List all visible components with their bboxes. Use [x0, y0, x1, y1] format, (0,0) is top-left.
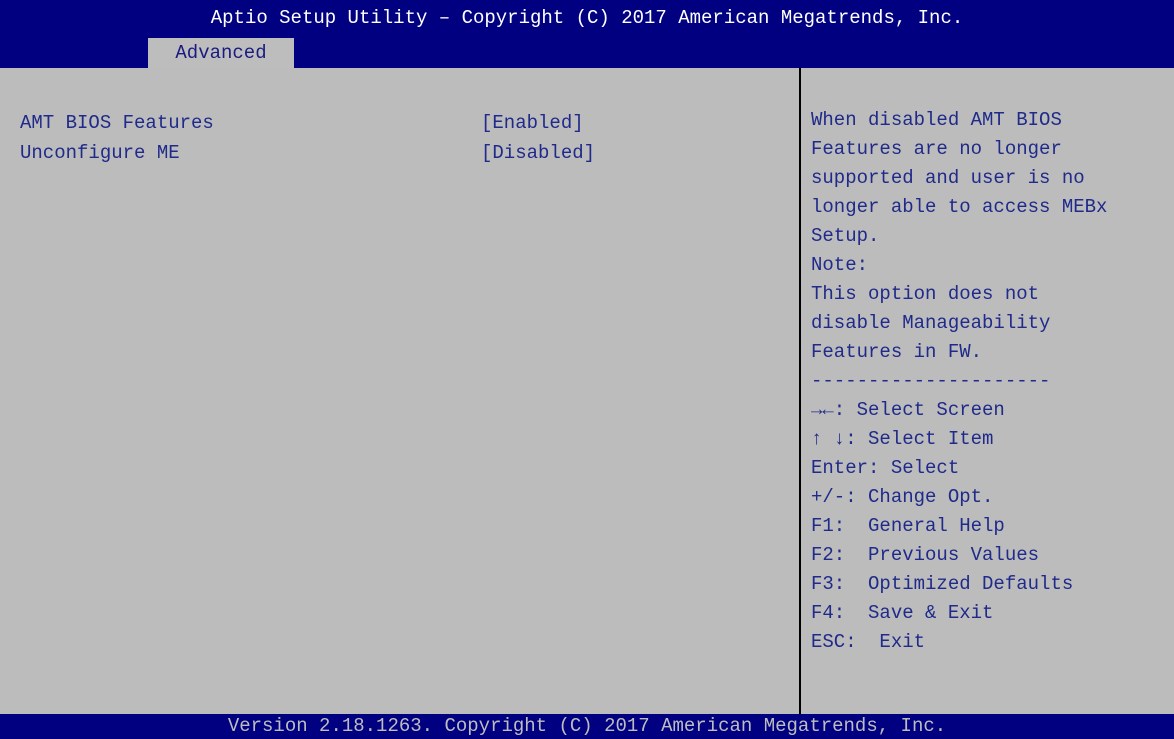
footer-version: Version 2.18.1263. Copyright (C) 2017 Am… — [0, 714, 1174, 739]
help-separator: --------------------- — [811, 370, 1051, 392]
bios-setup-screen: Aptio Setup Utility – Copyright (C) 2017… — [0, 0, 1174, 739]
help-text-line: supported and user is no — [811, 167, 1085, 189]
setting-amt-bios-features[interactable]: AMT BIOS Features [Enabled] — [20, 108, 790, 138]
key-hint-select-screen: →←: Select Screen — [811, 399, 1005, 421]
title-bar: Aptio Setup Utility – Copyright (C) 2017… — [0, 0, 1174, 68]
key-hint-general-help: F1: General Help — [811, 515, 1005, 537]
help-text-line: When disabled AMT BIOS — [811, 109, 1062, 131]
help-text-line: longer able to access MEBx — [811, 196, 1108, 218]
help-panel: When disabled AMT BIOS Features are no l… — [811, 106, 1169, 657]
setting-label: Unconfigure ME — [20, 142, 180, 164]
key-hint-previous-values: F2: Previous Values — [811, 544, 1040, 566]
panel-divider — [799, 68, 801, 714]
help-text-line: Features in FW. — [811, 341, 983, 363]
help-text-line: disable Manageability — [811, 312, 1051, 334]
key-hint-save-exit: F4: Save & Exit — [811, 602, 994, 624]
key-hint-optimized-defaults: F3: Optimized Defaults — [811, 573, 1074, 595]
help-text-line: This option does not — [811, 283, 1040, 305]
key-hint-change-opt: +/-: Change Opt. — [811, 486, 994, 508]
setting-value-dropdown[interactable]: [Enabled] — [481, 108, 584, 138]
help-text-line: Features are no longer — [811, 138, 1062, 160]
setting-value-dropdown[interactable]: [Disabled] — [481, 138, 595, 168]
tab-advanced[interactable]: Advanced — [148, 38, 294, 68]
setting-unconfigure-me[interactable]: Unconfigure ME [Disabled] — [20, 138, 790, 168]
key-hint-enter: Enter: Select — [811, 457, 960, 479]
main-panel: AMT BIOS Features [Enabled] Unconfigure … — [0, 68, 1174, 714]
key-hint-select-item: ↑ ↓: Select Item — [811, 428, 994, 450]
app-title: Aptio Setup Utility – Copyright (C) 2017… — [210, 7, 964, 29]
help-text-line: Setup. — [811, 225, 880, 247]
key-hint-exit: ESC: Exit — [811, 631, 926, 653]
setting-label: AMT BIOS Features — [20, 112, 214, 134]
help-text-line: Note: — [811, 254, 869, 276]
